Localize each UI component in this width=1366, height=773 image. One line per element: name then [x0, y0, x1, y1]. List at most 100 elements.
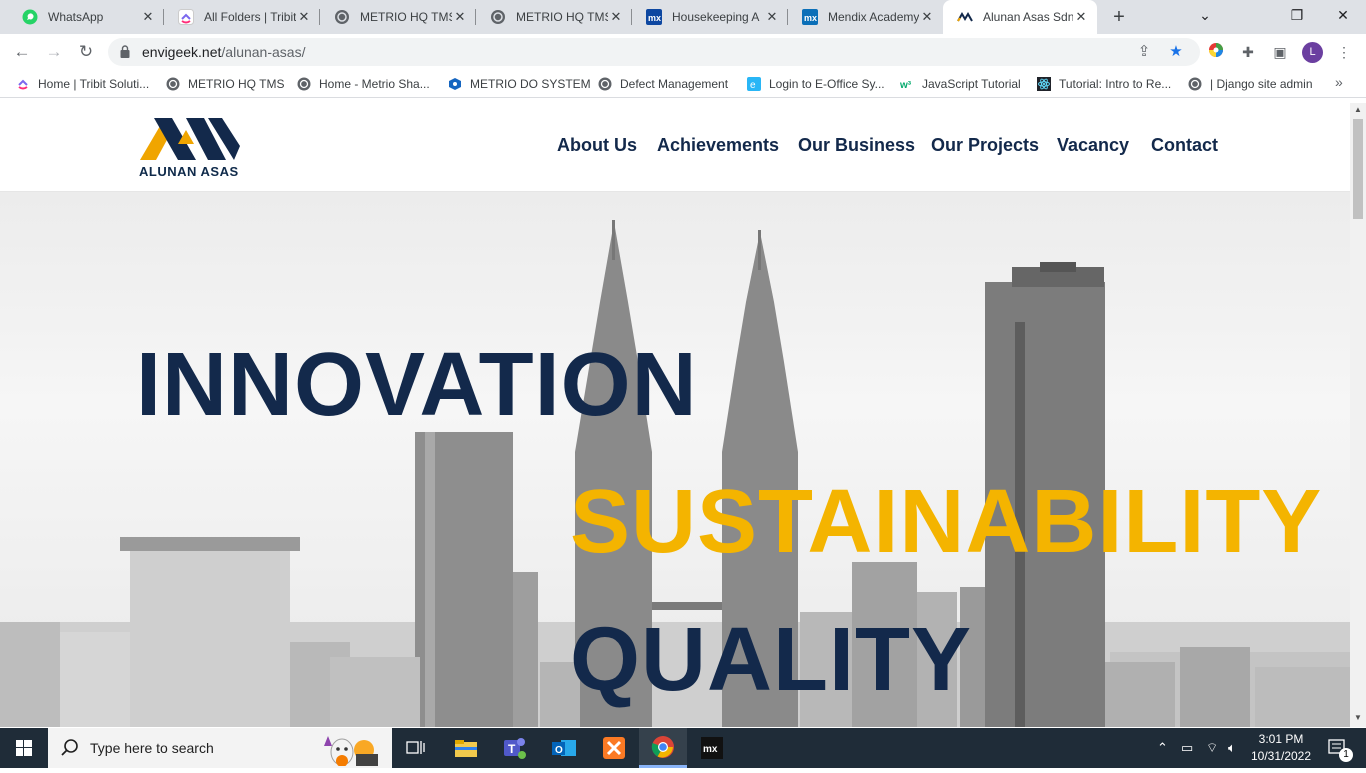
outlook-icon[interactable]: O [540, 728, 588, 768]
hero-word-sustainability: SUSTAINABILITY [570, 472, 1323, 572]
close-icon[interactable]: ✕ [140, 9, 156, 25]
hero-banner: INNOVATION SUSTAINABILITY QUALITY [0, 192, 1350, 727]
bookmark-label: METRIO DO SYSTEM [470, 77, 591, 91]
mendix-icon: mx [646, 9, 662, 25]
tab-mendix-academy[interactable]: mx Mendix Academy ✕ [788, 0, 943, 34]
battery-icon[interactable]: ▭ [1181, 740, 1193, 756]
close-icon[interactable]: ✕ [296, 9, 312, 25]
svg-text:mx: mx [648, 13, 661, 23]
bookmark-item[interactable]: e Login to E-Office Sy... [747, 75, 885, 93]
globe-icon [297, 77, 311, 91]
close-icon[interactable]: ✕ [764, 9, 780, 25]
side-panel-icon[interactable]: ▣ [1270, 42, 1290, 62]
bookmark-item[interactable]: Defect Management [598, 75, 728, 93]
lock-icon [120, 45, 130, 58]
bookmark-item[interactable]: METRIO HQ TMS [166, 75, 284, 93]
globe-icon [1188, 77, 1202, 91]
tab-title: Alunan Asas Sdn [983, 10, 1073, 24]
restore-button[interactable]: ❐ [1274, 0, 1320, 30]
url-text: envigeek.net/alunan-asas/ [142, 44, 305, 60]
chrome-icon[interactable] [639, 728, 687, 768]
svg-text:mx: mx [804, 13, 817, 23]
web-page: ALUNAN ASAS About Us Achievements Our Bu… [0, 103, 1350, 727]
close-icon[interactable]: ✕ [608, 9, 624, 25]
globe-icon [334, 9, 350, 25]
svg-text:w³: w³ [900, 80, 912, 91]
color-extension-icon[interactable] [1206, 42, 1226, 62]
globe-icon [166, 77, 180, 91]
tab-alunan-asas[interactable]: Alunan Asas Sdn ✕ [943, 0, 1097, 34]
tab-whatsapp[interactable]: WhatsApp ✕ [8, 0, 164, 34]
bookmark-label: Login to E-Office Sy... [769, 77, 885, 91]
start-button[interactable] [0, 728, 48, 768]
svg-text:e: e [750, 80, 756, 91]
nav-our-business[interactable]: Our Business [798, 135, 915, 156]
address-bar[interactable]: envigeek.net/alunan-asas/ ⇪ ★ [108, 38, 1200, 66]
tab-metrio-hq-tms-1[interactable]: METRIO HQ TMS ✕ [320, 0, 476, 34]
notification-badge: 1 [1339, 748, 1353, 762]
taskbar-clock[interactable]: 3:01 PM 10/31/2022 [1246, 731, 1316, 765]
bookmark-label: JavaScript Tutorial [922, 77, 1021, 91]
back-icon[interactable]: ← [10, 40, 34, 64]
nav-contact[interactable]: Contact [1151, 135, 1218, 156]
bookmark-label: METRIO HQ TMS [188, 77, 285, 91]
file-explorer-icon[interactable] [442, 728, 490, 768]
bookmark-item[interactable]: Home - Metrio Sha... [297, 75, 430, 93]
close-icon[interactable]: ✕ [919, 9, 935, 25]
notifications-button[interactable]: 1 [1318, 728, 1358, 768]
tab-title: Mendix Academy [828, 10, 919, 24]
nav-vacancy[interactable]: Vacancy [1057, 135, 1129, 156]
close-window-button[interactable]: ✕ [1320, 0, 1366, 30]
nav-our-projects[interactable]: Our Projects [931, 135, 1039, 156]
svg-text:O: O [555, 745, 563, 756]
windows-taskbar: Type here to search T O mx ⌃ ▭ ⌔ 🔈︎ 3:01… [0, 728, 1366, 768]
wifi-icon[interactable]: ⌔ [1206, 740, 1218, 756]
bookmarks-overflow-icon[interactable]: » [1335, 74, 1343, 90]
tray-chevron-up-icon[interactable]: ⌃ [1157, 740, 1168, 756]
task-view-icon[interactable] [392, 728, 440, 768]
tab-title: METRIO HQ TMS [360, 10, 452, 24]
tab-metrio-hq-tms-2[interactable]: METRIO HQ TMS ✕ [476, 0, 632, 34]
bookmark-item[interactable]: Home | Tribit Soluti... [16, 75, 149, 93]
chevron-down-icon[interactable]: ⌄ [1182, 0, 1228, 30]
share-icon[interactable]: ⇪ [1134, 42, 1154, 62]
tab-title: Housekeeping A [672, 10, 760, 24]
clock-time: 3:01 PM [1258, 732, 1304, 746]
close-icon[interactable]: ✕ [452, 9, 468, 25]
halloween-search-highlight-icon [324, 736, 378, 766]
extensions-puzzle-icon[interactable]: ✚ [1238, 42, 1258, 62]
bookmarks-bar: Home | Tribit Soluti... METRIO HQ TMS Ho… [0, 70, 1366, 98]
bookmark-item[interactable]: w³ JavaScript Tutorial [900, 75, 1021, 93]
xampp-icon[interactable] [590, 728, 638, 768]
w3-icon: w³ [900, 80, 912, 91]
taskbar-search[interactable]: Type here to search [48, 728, 392, 768]
globe-icon [490, 9, 506, 25]
mendix-studio-icon[interactable]: mx [688, 728, 736, 768]
tab-housekeeping[interactable]: mx Housekeeping A ✕ [632, 0, 788, 34]
nav-achievements[interactable]: Achievements [657, 135, 779, 156]
bookmark-item[interactable]: METRIO DO SYSTEM [448, 75, 591, 93]
bookmark-item[interactable]: Tutorial: Intro to Re... [1037, 75, 1171, 93]
nav-about-us[interactable]: About Us [557, 135, 637, 156]
scroll-down-icon[interactable]: ▼ [1350, 711, 1366, 725]
mendix-icon: mx [802, 9, 818, 25]
more-menu-icon[interactable]: ⋮ [1334, 42, 1354, 62]
tab-all-folders[interactable]: All Folders | Tribit ✕ [164, 0, 320, 34]
page-scrollbar[interactable]: ▲ ▼ [1350, 103, 1366, 727]
close-icon[interactable]: ✕ [1073, 9, 1089, 25]
scroll-up-icon[interactable]: ▲ [1350, 103, 1366, 117]
forward-icon[interactable]: → [42, 40, 66, 64]
bookmark-star-icon[interactable]: ★ [1166, 42, 1186, 62]
bookmark-label: Home | Tribit Soluti... [38, 77, 150, 91]
company-logo[interactable] [138, 116, 240, 162]
bookmark-item[interactable]: | Django site admin [1188, 75, 1313, 93]
new-tab-button[interactable]: + [1108, 4, 1130, 30]
reload-icon[interactable]: ↻ [74, 40, 98, 64]
teams-icon[interactable]: T [490, 728, 538, 768]
tab-title: All Folders | Tribit [204, 10, 296, 24]
scroll-thumb[interactable] [1353, 119, 1363, 219]
url-path: /alunan-asas/ [221, 44, 306, 60]
profile-avatar[interactable]: L [1302, 42, 1323, 63]
bookmark-label: Defect Management [620, 77, 729, 91]
volume-icon[interactable]: 🔈︎ [1228, 740, 1236, 756]
